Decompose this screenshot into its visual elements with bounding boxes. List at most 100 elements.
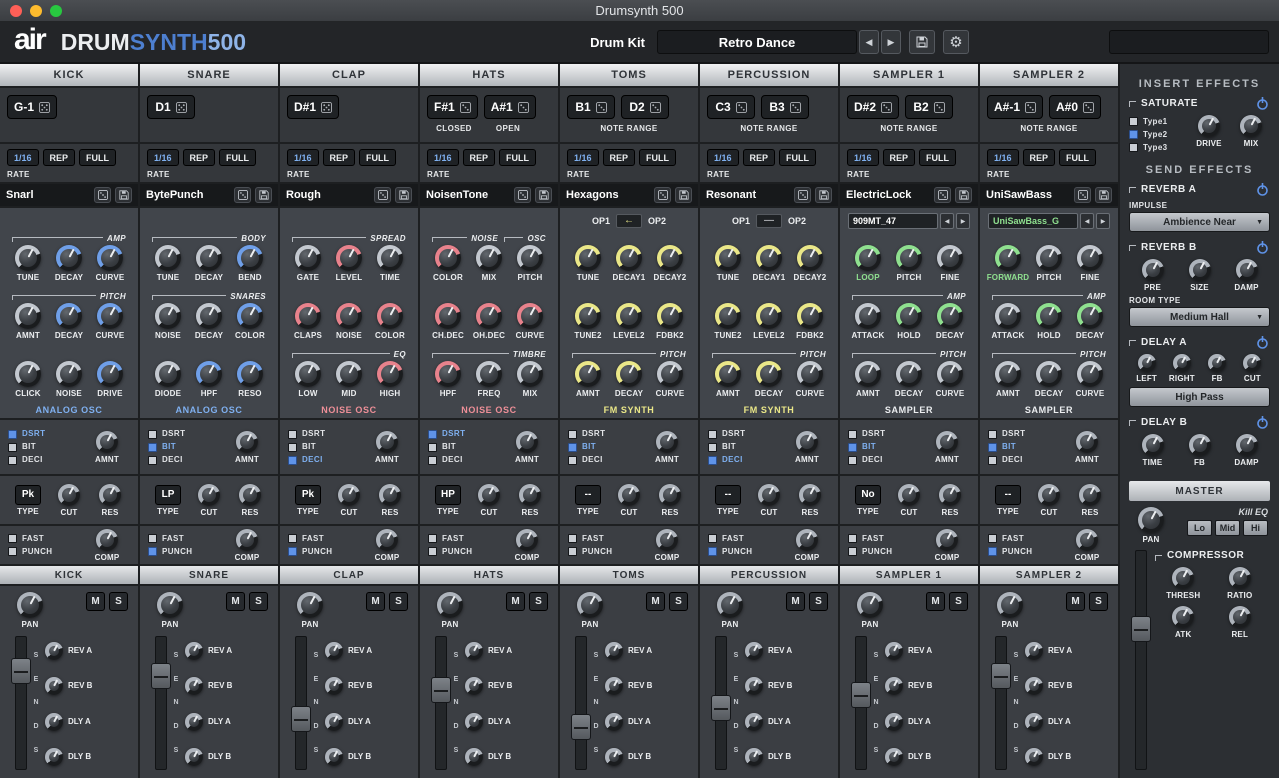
note-high-button[interactable]: A#0 <box>1049 95 1101 119</box>
filter-cutoff-knob[interactable] <box>758 484 780 506</box>
synth-knob[interactable] <box>15 361 41 387</box>
delay-right-knob[interactable] <box>1173 354 1191 372</box>
dist-option[interactable]: DECI <box>848 456 920 465</box>
synth-knob[interactable] <box>295 245 321 271</box>
randomize-button[interactable] <box>794 187 811 203</box>
note-low-button[interactable]: B1 <box>567 95 615 119</box>
minimize-button[interactable] <box>30 5 42 17</box>
rate-value-button[interactable]: 1/16 <box>707 149 739 166</box>
dist-amount-knob[interactable] <box>236 431 258 453</box>
rate-value-button[interactable]: 1/16 <box>427 149 459 166</box>
checkbox[interactable] <box>708 456 717 465</box>
solo-button[interactable]: S <box>1089 592 1108 611</box>
checkbox[interactable] <box>288 430 297 439</box>
synth-knob[interactable] <box>517 303 543 329</box>
send-knob-dly-b[interactable] <box>45 748 63 766</box>
filter-cutoff-knob[interactable] <box>338 484 360 506</box>
send-knob-rev-b[interactable] <box>45 677 63 695</box>
op-link-button[interactable]: ← <box>616 214 642 228</box>
volume-fader[interactable] <box>15 636 27 770</box>
checkbox[interactable] <box>428 534 437 543</box>
send-knob-dly-b[interactable] <box>745 748 763 766</box>
repeat-button[interactable]: REP <box>1023 149 1056 166</box>
note-button[interactable]: D#1 <box>287 95 339 119</box>
filter-cutoff-knob[interactable] <box>618 484 640 506</box>
note-low-button[interactable]: C3 <box>707 95 755 119</box>
drive-knob[interactable] <box>1198 115 1220 137</box>
note-button[interactable]: D1 <box>147 95 195 119</box>
dist-option[interactable]: DECI <box>568 456 640 465</box>
send-knob-dly-a[interactable] <box>605 713 623 731</box>
synth-knob[interactable] <box>937 361 963 387</box>
filter-cutoff-knob[interactable] <box>198 484 220 506</box>
sample-name[interactable]: 909MT_47 <box>848 213 938 229</box>
solo-button[interactable]: S <box>949 592 968 611</box>
save-preset-button[interactable] <box>395 187 412 203</box>
repeat-button[interactable]: REP <box>743 149 776 166</box>
preset-name[interactable]: BytePunch <box>146 189 230 201</box>
repeat-button[interactable]: REP <box>323 149 356 166</box>
randomize-button[interactable] <box>654 187 671 203</box>
dist-option[interactable]: BIT <box>568 443 640 452</box>
send-knob-rev-b[interactable] <box>185 677 203 695</box>
checkbox[interactable] <box>428 430 437 439</box>
send-knob-dly-a[interactable] <box>185 713 203 731</box>
dist-option[interactable]: BIT <box>988 443 1060 452</box>
synth-knob[interactable] <box>896 303 922 329</box>
punch-option[interactable]: PUNCH <box>428 547 500 556</box>
checkbox[interactable] <box>148 456 157 465</box>
delay-damp-knob[interactable] <box>1236 434 1258 456</box>
comp-knob[interactable] <box>236 529 258 551</box>
power-button[interactable] <box>1255 182 1270 197</box>
preset-name[interactable]: Resonant <box>706 189 790 201</box>
checkbox[interactable] <box>848 443 857 452</box>
repeat-button[interactable]: REP <box>43 149 76 166</box>
synth-knob[interactable] <box>237 245 263 271</box>
dist-option[interactable]: BIT <box>848 443 920 452</box>
synth-knob[interactable] <box>1077 245 1103 271</box>
solo-button[interactable]: S <box>389 592 408 611</box>
comp-knob[interactable] <box>376 529 398 551</box>
randomize-button[interactable] <box>934 187 951 203</box>
checkbox[interactable] <box>148 430 157 439</box>
comp-knob[interactable] <box>656 529 678 551</box>
dist-amount-knob[interactable] <box>936 431 958 453</box>
synth-knob[interactable] <box>1036 245 1062 271</box>
synth-knob[interactable] <box>97 361 123 387</box>
delay-filter-dropdown[interactable]: High Pass <box>1129 387 1270 407</box>
pre-knob[interactable] <box>1142 259 1164 281</box>
fast-option[interactable]: FAST <box>988 534 1060 543</box>
send-knob-rev-b[interactable] <box>745 677 763 695</box>
checkbox[interactable] <box>1129 130 1138 139</box>
next-sample-button[interactable]: ▶ <box>1096 213 1110 229</box>
checkbox[interactable] <box>568 547 577 556</box>
full-button[interactable]: FULL <box>779 149 816 166</box>
pan-knob[interactable] <box>857 592 883 618</box>
synth-knob[interactable] <box>56 245 82 271</box>
volume-fader[interactable] <box>295 636 307 770</box>
note-low-button[interactable]: A#-1 <box>987 95 1043 119</box>
punch-option[interactable]: PUNCH <box>148 547 220 556</box>
checkbox[interactable] <box>708 534 717 543</box>
pan-knob[interactable] <box>437 592 463 618</box>
preset-name[interactable]: UniSawBass <box>986 189 1070 201</box>
punch-option[interactable]: PUNCH <box>568 547 640 556</box>
filter-type-button[interactable]: HP <box>435 485 461 505</box>
synth-knob[interactable] <box>196 303 222 329</box>
eq-hi-button[interactable]: Hi <box>1243 520 1268 536</box>
solo-button[interactable]: S <box>529 592 548 611</box>
filter-res-knob[interactable] <box>939 484 961 506</box>
checkbox[interactable] <box>708 443 717 452</box>
randomize-button[interactable] <box>374 187 391 203</box>
randomize-button[interactable] <box>514 187 531 203</box>
synth-knob[interactable] <box>715 303 741 329</box>
note-high-button[interactable]: B3 <box>761 95 809 119</box>
synth-knob[interactable] <box>517 361 543 387</box>
note-high-button[interactable]: B2 <box>905 95 953 119</box>
mute-button[interactable]: M <box>786 592 805 611</box>
send-knob-rev-a[interactable] <box>185 642 203 660</box>
master-fader[interactable] <box>1135 550 1147 770</box>
eq-lo-button[interactable]: Lo <box>1187 520 1212 536</box>
synth-knob[interactable] <box>1036 361 1062 387</box>
pan-knob[interactable] <box>997 592 1023 618</box>
